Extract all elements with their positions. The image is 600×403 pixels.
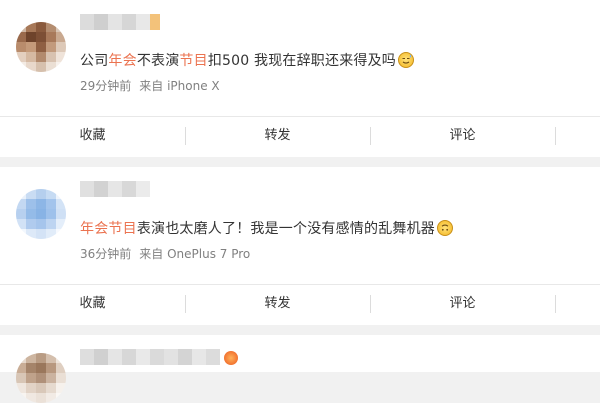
post-card: 公司年会不表演节目扣500 我现在辞职还来得及吗 29分钟前 来自 iPhone … (0, 0, 600, 157)
topic-highlight[interactable]: 节目 (179, 53, 207, 69)
comment-button[interactable]: 评论 (370, 295, 555, 313)
repost-button[interactable]: 转发 (185, 295, 370, 313)
text-segment: 公司 (80, 53, 109, 69)
text-segment: 扣500 我现在辞职还来得及吗 (207, 53, 396, 69)
post-text: 公司年会不表演节目扣500 我现在辞职还来得及吗 (80, 50, 414, 70)
action-divider (555, 127, 556, 145)
badge-icon (224, 351, 238, 365)
action-bar: 收藏 转发 评论 (0, 116, 600, 155)
avatar[interactable] (16, 189, 66, 239)
post-time[interactable]: 29分钟前 (80, 79, 131, 93)
post-meta: 29分钟前 来自 iPhone X (80, 77, 220, 94)
post-text: 年会节目表演也太磨人了！我是一个没有感情的乱舞机器 (80, 218, 454, 238)
post-card: 年会节目表演也太磨人了！我是一个没有感情的乱舞机器 36分钟前 来自 OnePlu… (0, 167, 600, 325)
favorite-button[interactable]: 收藏 (0, 295, 185, 313)
favorite-button[interactable]: 收藏 (0, 127, 185, 145)
post-source[interactable]: 来自 iPhone X (139, 79, 219, 93)
username-blurred[interactable] (80, 349, 220, 365)
text-segment: 表演也太磨人了！我是一个没有感情的乱舞机器 (136, 221, 436, 237)
topic-highlight[interactable]: 年会 (108, 53, 136, 69)
topic-highlight[interactable]: 年会节目 (80, 221, 137, 237)
post-source[interactable]: 来自 OnePlus 7 Pro (139, 247, 250, 261)
avatar[interactable] (16, 22, 66, 72)
username-blurred[interactable] (80, 14, 160, 30)
action-divider (555, 295, 556, 313)
post-time[interactable]: 36分钟前 (80, 247, 131, 261)
text-segment: 不表演 (136, 53, 180, 69)
comment-button[interactable]: 评论 (370, 127, 555, 145)
post-card (0, 335, 600, 403)
post-meta: 36分钟前 来自 OnePlus 7 Pro (80, 245, 250, 262)
upside-down-face-emoji-icon (437, 220, 454, 236)
avatar[interactable] (16, 353, 66, 403)
sweat-smile-emoji-icon (398, 52, 414, 68)
username-blurred[interactable] (80, 181, 150, 197)
repost-button[interactable]: 转发 (185, 127, 370, 145)
action-bar: 收藏 转发 评论 (0, 284, 600, 323)
